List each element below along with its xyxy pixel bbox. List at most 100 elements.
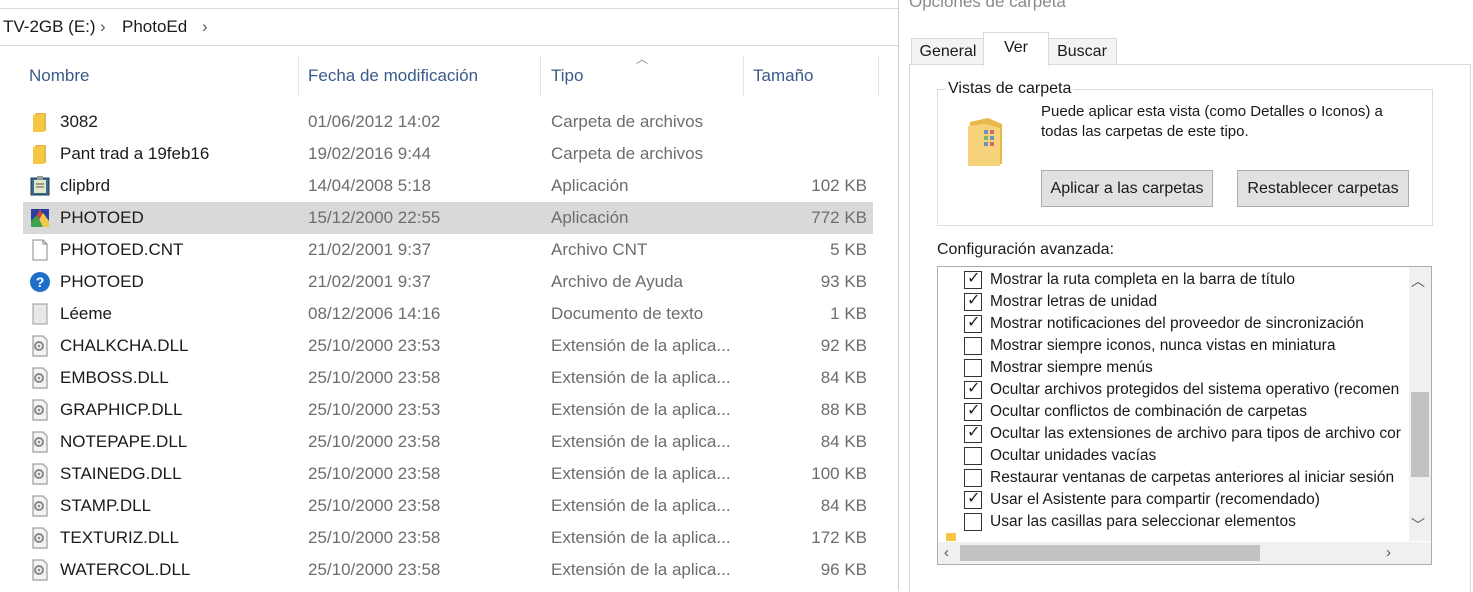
file-row[interactable]: NOTEPAPE.DLL 25/10/2000 23:58 Extensión de… xyxy=(23,426,873,458)
tab-general[interactable]: General xyxy=(911,38,985,65)
advanced-option-label: Mostrar la ruta completa en la barra de … xyxy=(990,271,1295,288)
tab-panel-ver: Vistas de carpeta Puede aplicar esta vis… xyxy=(909,64,1471,592)
vertical-scrollbar[interactable]: ︿ ﹀ xyxy=(1409,267,1431,541)
file-row[interactable]: Léeme 08/12/2006 14:16 Documento de texto 1… xyxy=(23,298,873,330)
advanced-settings-list[interactable]: ✓ Mostrar la ruta completa en la barra de… xyxy=(937,266,1432,565)
file-size: 92 KB xyxy=(820,336,867,355)
chevron-right-icon[interactable]: › xyxy=(100,17,106,37)
checkbox-checked[interactable]: ✓ xyxy=(964,402,982,421)
advanced-option[interactable]: ✓ Usar el Asistente para compartir (recom… xyxy=(964,490,1404,512)
advanced-option[interactable]: ✓ Mostrar letras de unidad xyxy=(964,292,1404,314)
checkbox-unchecked[interactable] xyxy=(964,337,982,355)
checkbox-checked[interactable]: ✓ xyxy=(964,424,982,443)
blank-file-icon xyxy=(29,239,51,261)
horizontal-scroll-thumb[interactable] xyxy=(960,545,1260,561)
file-row[interactable]: ? PHOTOED 21/02/2001 9:37 Archivo de Ayuda 9… xyxy=(23,266,873,298)
advanced-option[interactable]: ✓ Mostrar la ruta completa en la barra de… xyxy=(964,270,1404,292)
checkbox-checked[interactable]: ✓ xyxy=(964,490,982,509)
checkbox-checked[interactable]: ✓ xyxy=(964,270,982,289)
checkbox-unchecked[interactable] xyxy=(964,469,982,487)
file-name: 3082 xyxy=(60,112,98,131)
file-date: 21/02/2001 9:37 xyxy=(308,240,431,259)
scroll-up-icon[interactable]: ︿ xyxy=(1411,271,1425,291)
reset-folders-button[interactable]: Restablecer carpetas xyxy=(1237,170,1409,207)
file-row[interactable]: EMBOSS.DLL 25/10/2000 23:58 Extensión de l… xyxy=(23,362,873,394)
checkbox-checked[interactable]: ✓ xyxy=(964,380,982,399)
file-type: Extensión de la aplica... xyxy=(551,432,731,451)
advanced-option-label: Mostrar siempre menús xyxy=(990,359,1153,376)
file-type: Extensión de la aplica... xyxy=(551,368,731,387)
dll-file-icon xyxy=(29,431,51,453)
checkmark-icon: ✓ xyxy=(967,270,981,287)
file-date: 25/10/2000 23:58 xyxy=(308,528,441,547)
advanced-option[interactable]: Ocultar unidades vacías xyxy=(964,446,1404,468)
column-header-date[interactable]: Fecha de modificación xyxy=(308,66,478,86)
dll-file-icon xyxy=(29,495,51,517)
scroll-left-icon[interactable]: ‹ xyxy=(944,544,949,561)
checkbox-checked[interactable]: ✓ xyxy=(964,314,982,333)
breadcrumb-folder[interactable]: PhotoEd xyxy=(122,17,187,37)
file-type: Carpeta de archivos xyxy=(551,112,704,131)
advanced-option[interactable]: Restaurar ventanas de carpetas anteriore… xyxy=(964,468,1404,490)
advanced-option[interactable]: ✓ Ocultar conflictos de combinación de ca… xyxy=(964,402,1404,424)
file-row[interactable]: PHOTOED 15/12/2000 22:55 Aplicación 772 KB xyxy=(23,202,873,234)
file-row[interactable]: CHALKCHA.DLL 25/10/2000 23:53 Extensión de… xyxy=(23,330,873,362)
advanced-option-label: Ocultar unidades vacías xyxy=(990,447,1157,464)
advanced-option-label: Ocultar archivos protegidos del sistema … xyxy=(990,381,1400,398)
file-type: Aplicación xyxy=(551,176,629,195)
file-size: 172 KB xyxy=(811,528,867,547)
chevron-right-icon[interactable]: › xyxy=(202,17,208,37)
scroll-right-icon[interactable]: › xyxy=(1386,544,1391,561)
folder-icon xyxy=(29,143,51,165)
advanced-option[interactable]: ✓ Ocultar las extensiones de archivo para… xyxy=(964,424,1404,446)
horizontal-scrollbar[interactable]: ‹ › xyxy=(938,542,1431,564)
file-name: Pant trad a 19feb16 xyxy=(60,144,210,163)
file-row[interactable]: STAMP.DLL 25/10/2000 23:58 Extensión de la… xyxy=(23,490,873,522)
breadcrumb-drive[interactable]: TV-2GB (E:) xyxy=(3,17,96,37)
file-type: Extensión de la aplica... xyxy=(551,336,731,355)
folder-views-group: Vistas de carpeta Puede aplicar esta vis… xyxy=(937,80,1433,226)
checkbox-unchecked[interactable] xyxy=(964,447,982,465)
file-type: Aplicación xyxy=(551,208,629,227)
column-header-row: Nombre Fecha de modificación Tipo Tamaño xyxy=(0,54,900,98)
advanced-option[interactable]: Mostrar siempre iconos, nunca vistas en … xyxy=(964,336,1404,358)
file-name: clipbrd xyxy=(60,176,111,195)
text-file-icon xyxy=(29,303,51,325)
file-row[interactable]: GRAPHICP.DLL 25/10/2000 23:53 Extensión de… xyxy=(23,394,873,426)
column-header-size[interactable]: Tamaño xyxy=(753,66,813,86)
tab-ver[interactable]: Ver xyxy=(983,32,1049,66)
advanced-option[interactable]: ✓ Mostrar notificaciones del proveedor de… xyxy=(964,314,1404,336)
apply-to-folders-button[interactable]: Aplicar a las carpetas xyxy=(1041,170,1213,207)
folder-view-icon xyxy=(966,116,1006,168)
advanced-option[interactable]: Usar las casillas para seleccionar eleme… xyxy=(964,512,1404,534)
advanced-option-label: Ocultar conflictos de combinación de car… xyxy=(990,403,1308,420)
file-row[interactable]: Pant trad a 19feb16 19/02/2016 9:44 Carpet… xyxy=(23,138,873,170)
advanced-option[interactable]: Mostrar siempre menús xyxy=(964,358,1404,380)
checkmark-icon: ✓ xyxy=(967,402,981,419)
vertical-scroll-thumb[interactable] xyxy=(1411,392,1429,477)
checkbox-checked[interactable]: ✓ xyxy=(964,292,982,311)
file-date: 25/10/2000 23:58 xyxy=(308,496,441,515)
column-header-type[interactable]: Tipo xyxy=(551,66,583,86)
file-size: 100 KB xyxy=(811,464,867,483)
column-header-name[interactable]: Nombre xyxy=(29,66,89,86)
file-row[interactable]: WATERCOL.DLL 25/10/2000 23:58 Extensión de… xyxy=(23,554,873,586)
checkbox-unchecked[interactable] xyxy=(964,359,982,377)
checkbox-unchecked[interactable] xyxy=(964,513,982,531)
file-row[interactable]: TEXTURIZ.DLL 25/10/2000 23:58 Extensión de… xyxy=(23,522,873,554)
dll-file-icon xyxy=(29,559,51,581)
folder-views-description: Puede aplicar esta vista (como Detalles … xyxy=(1041,103,1383,140)
file-row[interactable]: PHOTOED.CNT 21/02/2001 9:37 Archivo CNT 5 K… xyxy=(23,234,873,266)
advanced-option[interactable]: ✓ Ocultar archivos protegidos del sistema… xyxy=(964,380,1404,402)
file-row[interactable]: STAINEDG.DLL 25/10/2000 23:58 Extensión de… xyxy=(23,458,873,490)
dll-file-icon xyxy=(29,367,51,389)
breadcrumb[interactable]: TV-2GB (E:) › PhotoEd › xyxy=(0,8,1000,46)
file-type: Documento de texto xyxy=(551,304,704,323)
file-size: 1 KB xyxy=(830,304,867,323)
scroll-down-icon[interactable]: ﹀ xyxy=(1411,515,1425,535)
tab-buscar[interactable]: Buscar xyxy=(1047,38,1117,65)
file-row[interactable]: 3082 01/06/2012 14:02 Carpeta de archivos xyxy=(23,106,873,138)
file-row[interactable]: clipbrd 14/04/2008 5:18 Aplicación 102 KB xyxy=(23,170,873,202)
file-type: Extensión de la aplica... xyxy=(551,560,731,579)
file-name: CHALKCHA.DLL xyxy=(60,336,189,355)
